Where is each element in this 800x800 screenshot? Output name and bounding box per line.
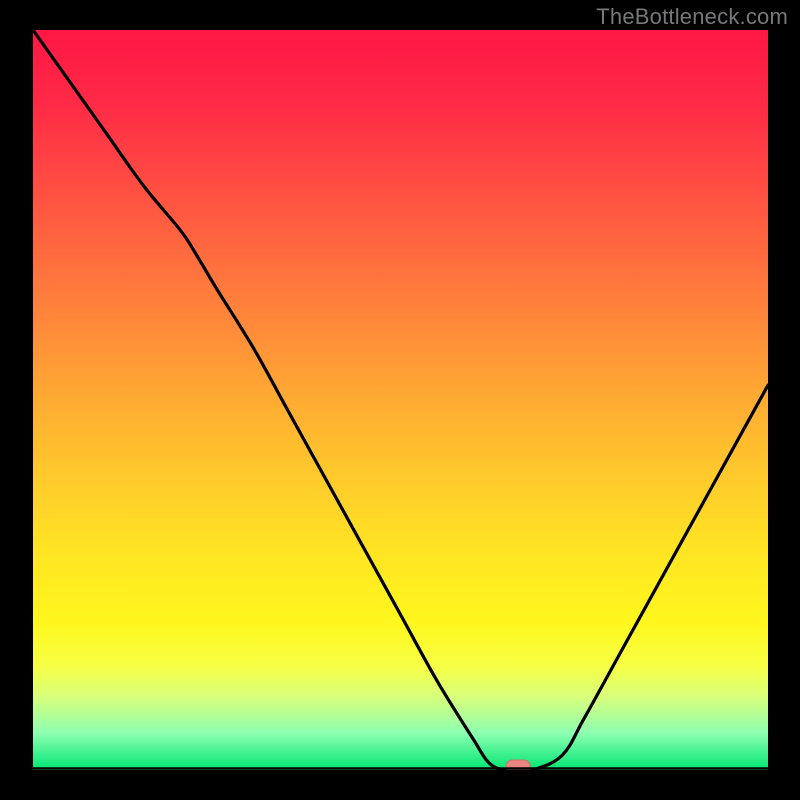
bottleneck-chart (0, 0, 800, 800)
gradient-background (33, 30, 768, 770)
watermark-label: TheBottleneck.com (596, 4, 788, 30)
chart-container: { "watermark": "TheBottleneck.com", "col… (0, 0, 800, 800)
